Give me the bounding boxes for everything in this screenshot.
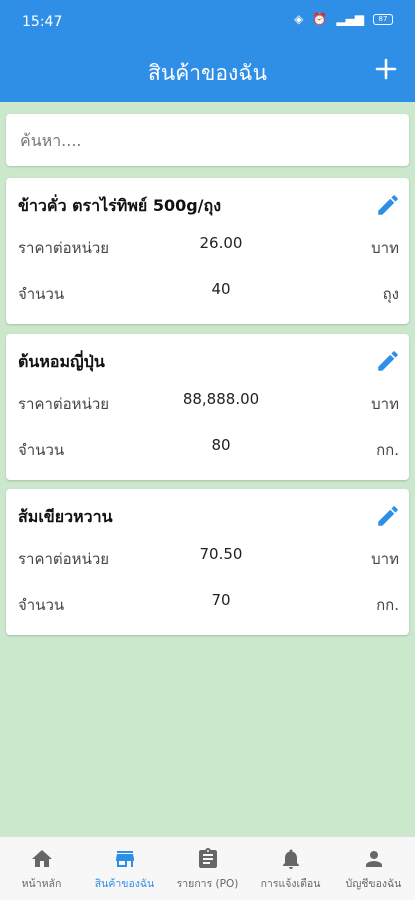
quantity-value: 40	[211, 280, 231, 298]
nav-item-account[interactable]: บัญชีของฉัน	[332, 837, 415, 900]
price-value: 70.50	[199, 545, 243, 563]
nav-label: การแจ้งเตือน	[260, 878, 321, 890]
product-name: ข้าวคั่ว ตราไร่ทิพย์ 500g/ถุง	[18, 196, 222, 215]
search-box	[6, 114, 409, 166]
quantity-label: จำนวน	[18, 285, 65, 303]
product-card: ต้นหอมญี่ปุ่น ราคาต่อหน่วย 88,888.00 บาท…	[6, 334, 409, 480]
nav-label: บัญชีของฉัน	[345, 878, 402, 890]
page-title: สินค้าของฉัน	[148, 61, 267, 85]
edit-pencil-icon[interactable]	[375, 503, 401, 529]
price-unit: บาท	[371, 239, 399, 257]
quantity-label: จำนวน	[18, 441, 65, 459]
nav-label: สินค้าของฉัน	[94, 878, 155, 890]
product-name: ส้มเขียวหวาน	[18, 507, 113, 526]
price-value: 88,888.00	[182, 390, 260, 408]
quantity-unit: กก.	[376, 441, 399, 459]
price-label: ราคาต่อหน่วย	[18, 395, 110, 413]
product-card: ข้าวคั่ว ตราไร่ทิพย์ 500g/ถุง ราคาต่อหน่…	[6, 178, 409, 324]
status-bar: 15:47 ◈ ⏰ ▂▄▆ 87	[0, 0, 415, 38]
clipboard-icon	[198, 848, 217, 868]
price-label: ราคาต่อหน่วย	[18, 239, 110, 257]
price-unit: บาท	[371, 550, 399, 568]
quantity-label: จำนวน	[18, 596, 65, 614]
store-icon	[115, 851, 134, 867]
search-input[interactable]	[6, 114, 409, 166]
person-icon	[365, 851, 382, 867]
bottom-nav: หน้าหลัก สินค้าของฉัน รายการ (PO) การแจ้…	[0, 836, 415, 900]
add-product-button[interactable]	[369, 52, 403, 86]
nav-item-notifications[interactable]: การแจ้งเตือน	[249, 837, 332, 900]
nav-item-orders[interactable]: รายการ (PO)	[166, 837, 249, 900]
edit-pencil-icon[interactable]	[375, 192, 401, 218]
app-bar: สินค้าของฉัน	[0, 38, 415, 102]
quantity-value: 70	[211, 591, 231, 609]
status-time: 15:47	[22, 14, 63, 30]
quantity-unit: กก.	[376, 596, 399, 614]
nav-label: หน้าหลัก	[21, 878, 62, 890]
eye-icon: ◈	[294, 12, 304, 26]
price-value: 26.00	[199, 234, 243, 252]
edit-pencil-icon[interactable]	[375, 348, 401, 374]
nav-item-my-products[interactable]: สินค้าของฉัน	[83, 837, 166, 900]
quantity-unit: ถุง	[382, 285, 399, 303]
nav-item-home[interactable]: หน้าหลัก	[0, 837, 83, 900]
home-icon	[31, 850, 52, 867]
battery-icon: 87	[373, 13, 393, 25]
nav-label: รายการ (PO)	[176, 878, 239, 890]
product-card: ส้มเขียวหวาน ราคาต่อหน่วย 70.50 บาท จำนว…	[6, 489, 409, 635]
signal-icon: ▂▄▆	[336, 12, 364, 26]
status-icons: ◈ ⏰ ▂▄▆ 87	[294, 12, 393, 26]
product-name: ต้นหอมญี่ปุ่น	[18, 352, 105, 371]
alarm-icon: ⏰	[312, 12, 328, 26]
quantity-value: 80	[211, 436, 231, 454]
bell-icon	[282, 849, 299, 869]
price-unit: บาท	[371, 395, 399, 413]
price-label: ราคาต่อหน่วย	[18, 550, 110, 568]
